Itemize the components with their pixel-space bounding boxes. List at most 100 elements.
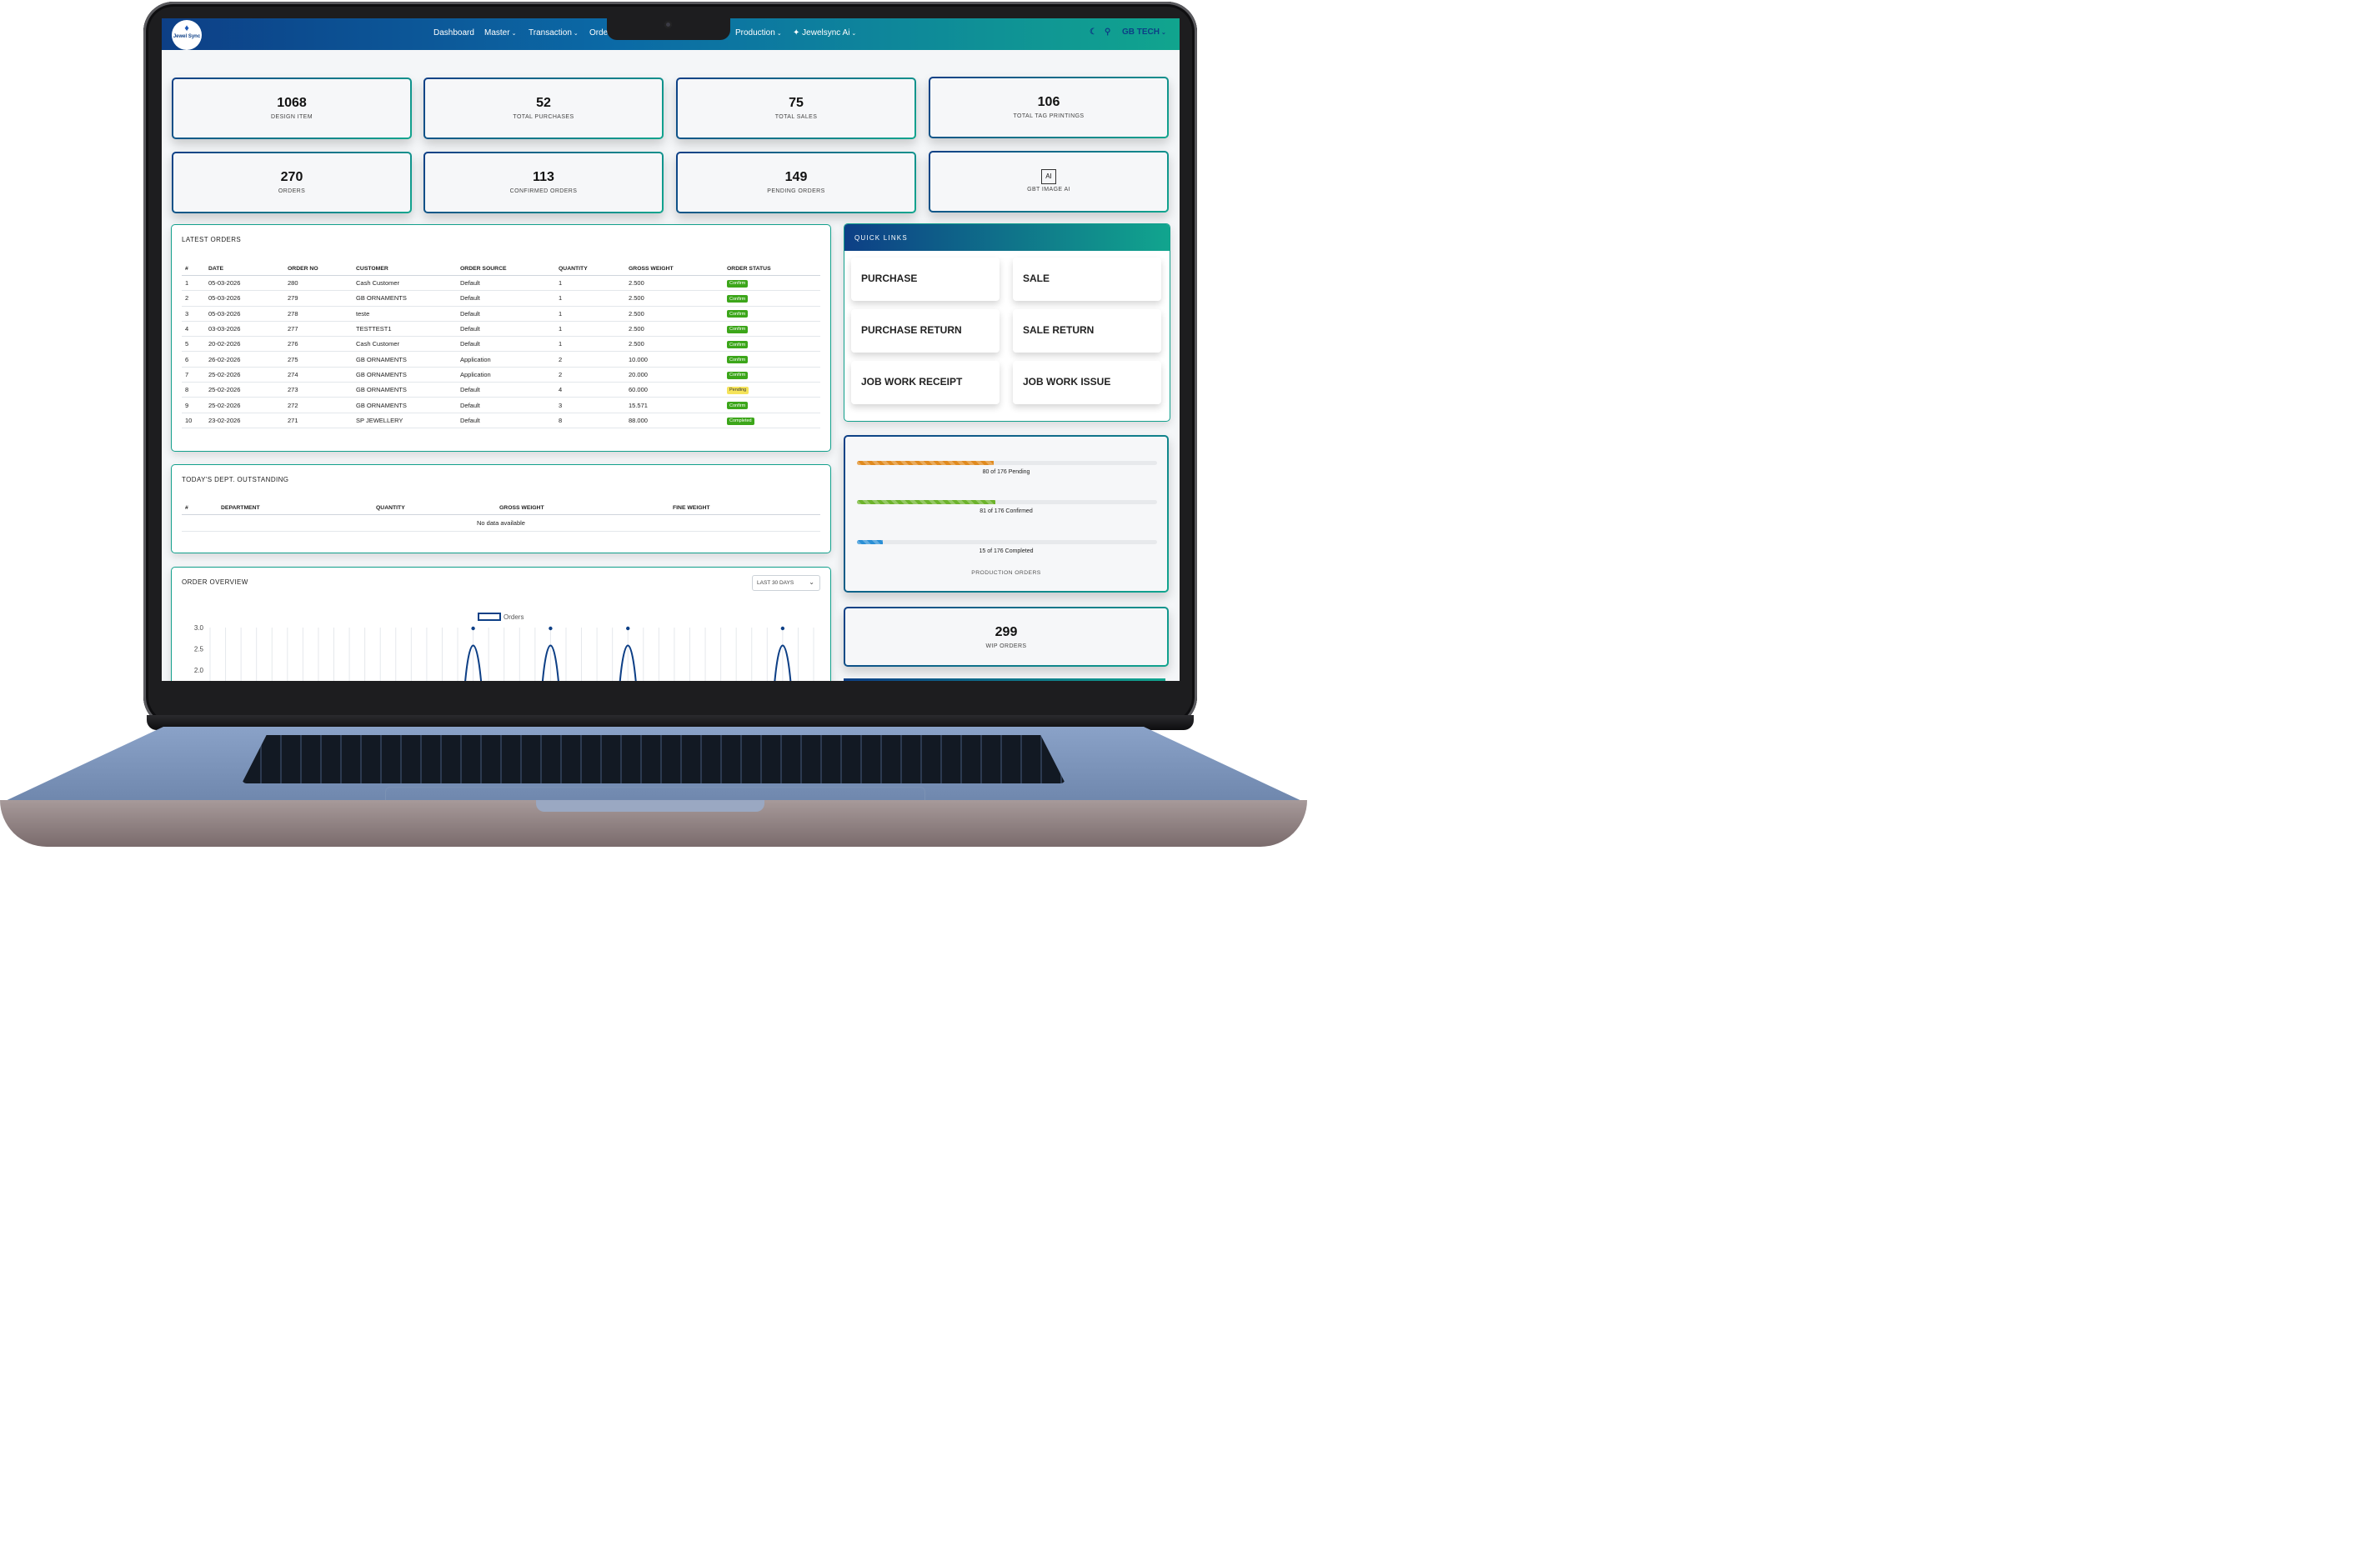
table-cell: 276 (284, 336, 353, 353)
trackpad (385, 787, 925, 801)
status-cell: Confirm (724, 397, 820, 413)
col-header: DEPARTMENT (218, 505, 373, 515)
data-point (549, 626, 553, 631)
stat-orders[interactable]: 270 ORDERS (172, 152, 412, 213)
quick-link-purchase-return[interactable]: PURCHASE RETURN (851, 309, 1000, 353)
table-cell: Default (457, 321, 555, 338)
table-row[interactable]: 5 20-02-2026 276 Cash Customer Default 1 2.500… (182, 336, 820, 353)
laptop-lip (536, 800, 764, 812)
table-cell: Default (457, 306, 555, 322)
y-tick-label: 2.0 (194, 667, 204, 674)
table-cell: 2.500 (625, 306, 724, 322)
table-row[interactable]: 9 25-02-2026 272 GB ORNAMENTS Default 3 15.571… (182, 397, 820, 413)
chevron-down-icon: ⌄ (776, 31, 782, 37)
nav-orders[interactable]: Orde (589, 28, 608, 38)
table-cell: 2 (182, 290, 205, 307)
table-row[interactable]: 10 23-02-2026 271 SP JEWELLERY Default 8 88.00… (182, 413, 820, 428)
table-cell: 25-02-2026 (205, 367, 284, 383)
table-cell: 88.000 (625, 413, 724, 428)
table-row[interactable]: 7 25-02-2026 274 GB ORNAMENTS Application 2 20… (182, 367, 820, 383)
table-cell: 2.500 (625, 321, 724, 338)
order-overview-panel: ORDER OVERVIEW LAST 30 DAYS ⌄ 3.0 2.5 2.0 Or… (171, 567, 831, 681)
progress-bar-pending (857, 461, 1157, 465)
table-cell: Default (457, 290, 555, 307)
table-cell: 6 (182, 351, 205, 368)
col-header: FINE WEIGHT (669, 505, 820, 515)
stat-gbt-image-ai[interactable]: AI GBT IMAGE AI (929, 151, 1169, 213)
table-cell: teste (353, 306, 457, 322)
table-cell: 1 (555, 290, 625, 307)
table-row[interactable]: 6 26-02-2026 275 GB ORNAMENTS Application 2 10… (182, 351, 820, 368)
app-screen: ♦ Jewel Sync Dashboard Master ⌄ Transacti… (162, 18, 1180, 681)
table-cell: 26-02-2026 (205, 351, 284, 368)
table-cell: 9 (182, 397, 205, 413)
production-orders-label: PRODUCTION ORDERS (971, 570, 1041, 576)
table-cell: GB ORNAMENTS (353, 290, 457, 307)
user-menu[interactable]: GB TECH ⌄ (1122, 28, 1166, 37)
moon-icon[interactable]: ☾ (1090, 28, 1097, 37)
table-cell: GB ORNAMENTS (353, 367, 457, 383)
stat-total-purchases[interactable]: 52 TOTAL PURCHASES (423, 78, 664, 139)
stat-pending-orders[interactable]: 149 PENDING ORDERS (676, 152, 916, 213)
table-cell: Cash Customer (353, 336, 457, 353)
table-cell: GB ORNAMENTS (353, 382, 457, 398)
nav-dashboard[interactable]: Dashboard (433, 28, 474, 38)
status-cell: Confirm (724, 275, 820, 292)
chevron-down-icon: ⌄ (1160, 30, 1166, 36)
quick-link-job-work-receipt[interactable]: JOB WORK RECEIPT (851, 361, 1000, 404)
stat-wip-orders[interactable]: 299 WIP ORDERS (844, 607, 1169, 667)
data-point (471, 626, 475, 631)
quick-link-sale[interactable]: SALE (1013, 258, 1161, 301)
table-cell: 10.000 (625, 351, 724, 368)
order-overview-chart: 3.0 2.5 2.0 Orders (194, 613, 814, 681)
status-cell: Confirm (724, 351, 820, 368)
table-cell: 277 (284, 321, 353, 338)
diamond-logo-icon: ♦ (184, 23, 189, 33)
progress-bar-completed (857, 540, 1157, 544)
table-row[interactable]: 4 03-03-2026 277 TESTTEST1 Default 1 2.500 Conf… (182, 321, 820, 338)
progress-fill (857, 461, 994, 465)
quick-link-job-work-issue[interactable]: JOB WORK ISSUE (1013, 361, 1161, 404)
stat-total-tag-printings[interactable]: 106 TOTAL TAG PRINTINGS (929, 77, 1169, 138)
table-cell: GB ORNAMENTS (353, 351, 457, 368)
table-cell: 05-03-2026 (205, 290, 284, 307)
table-cell: Default (457, 397, 555, 413)
quick-link-purchase[interactable]: PURCHASE (851, 258, 1000, 301)
table-cell: Application (457, 351, 555, 368)
table-cell: 10 (182, 413, 205, 428)
table-cell: 1 (555, 275, 625, 292)
stat-design-item[interactable]: 1068 DESIGN ITEM (172, 78, 412, 139)
range-select[interactable]: LAST 30 DAYS ⌄ (752, 575, 820, 591)
table-cell: 23-02-2026 (205, 413, 284, 428)
status-badge: Confirm (727, 341, 749, 349)
table-row[interactable]: 3 05-03-2026 278 teste Default 1 2.500 Confirm (182, 306, 820, 322)
table-row[interactable]: 1 05-03-2026 280 Cash Customer Default 1 2.500… (182, 275, 820, 292)
logo-text: Jewel Sync (173, 34, 201, 39)
status-badge: Confirm (727, 402, 749, 410)
search-icon[interactable]: ⚲ (1105, 28, 1110, 37)
status-badge: Confirm (727, 325, 749, 333)
table-cell: Default (457, 413, 555, 428)
nav-jewelsync-ai[interactable]: ✦ Jewelsync Ai ⌄ (793, 28, 856, 38)
app-logo[interactable]: ♦ Jewel Sync (172, 20, 202, 50)
stat-confirmed-orders[interactable]: 113 CONFIRMED ORDERS (423, 152, 664, 213)
dept-outstanding-table: # DEPARTMENT QUANTITY GROSS WEIGHT FINE … (182, 505, 820, 532)
stat-total-sales[interactable]: 75 TOTAL SALES (676, 78, 916, 139)
table-cell: 15.571 (625, 397, 724, 413)
nav-production[interactable]: Production ⌄ (735, 28, 782, 38)
dept-outstanding-panel: TODAY'S DEPT. OUTSTANDING # DEPARTMENT Q… (171, 464, 831, 553)
quick-link-sale-return[interactable]: SALE RETURN (1013, 309, 1161, 353)
table-row[interactable]: 2 05-03-2026 279 GB ORNAMENTS Default 1 2.500 C… (182, 290, 820, 307)
table-row[interactable]: 8 25-02-2026 273 GB ORNAMENTS Default 4 60.000… (182, 382, 820, 398)
nav-master[interactable]: Master ⌄ (484, 28, 516, 38)
y-tick-label: 2.5 (194, 646, 204, 653)
table-cell: 280 (284, 275, 353, 292)
status-badge: Confirm (727, 356, 749, 364)
status-cell: Pending (724, 382, 820, 398)
production-orders-card: 80 of 176 Pending 81 of 176 Confirmed 15… (844, 435, 1169, 593)
col-header: DATE (205, 266, 284, 276)
table-cell: 271 (284, 413, 353, 428)
table-cell: 25-02-2026 (205, 397, 284, 413)
nav-transaction[interactable]: Transaction ⌄ (529, 28, 579, 38)
panel-title: ORDER OVERVIEW (182, 578, 248, 586)
